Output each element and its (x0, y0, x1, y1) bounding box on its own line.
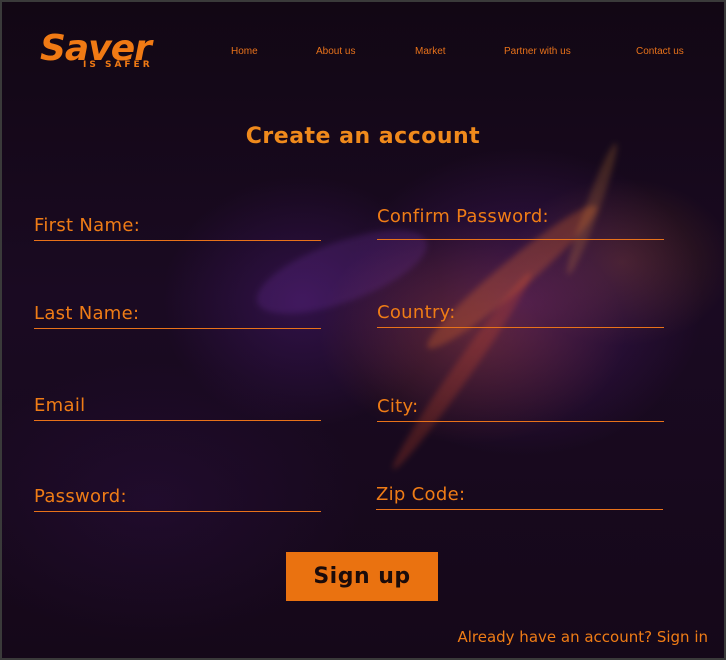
city-input[interactable] (540, 395, 664, 419)
zip-code-label: Zip Code: (376, 484, 466, 505)
country-label: Country: (377, 302, 456, 323)
nav-contact-us[interactable]: Contact us (636, 46, 684, 57)
zip-code-input[interactable] (539, 483, 663, 507)
sign-up-button[interactable]: Sign up (286, 552, 438, 601)
confirm-password-label: Confirm Password: (377, 206, 549, 227)
email-input[interactable] (197, 394, 321, 418)
sign-in-link[interactable]: Already have an account? Sign in (457, 628, 708, 646)
zip-code-field[interactable]: Zip Code: (376, 479, 663, 510)
password-field[interactable]: Password: (34, 481, 321, 512)
form-title: Create an account (245, 124, 481, 149)
last-name-field[interactable]: Last Name: (34, 298, 321, 329)
confirm-password-field[interactable]: Confirm Password: (377, 206, 664, 240)
first-name-field[interactable]: First Name: (34, 210, 321, 241)
country-input[interactable] (540, 301, 664, 325)
email-label: Email (34, 395, 86, 416)
password-input[interactable] (197, 485, 321, 509)
city-label: City: (377, 396, 419, 417)
country-field[interactable]: Country: (377, 297, 664, 328)
last-name-input[interactable] (197, 302, 321, 326)
nav-partner-with-us[interactable]: Partner with us (504, 46, 571, 57)
password-label: Password: (34, 486, 127, 507)
city-field[interactable]: City: (377, 391, 664, 422)
nav-market[interactable]: Market (415, 46, 446, 57)
main-nav: Home About us Market Partner with us Con… (0, 46, 726, 62)
last-name-label: Last Name: (34, 303, 140, 324)
first-name-input[interactable] (197, 214, 321, 238)
nav-about-us[interactable]: About us (316, 46, 355, 57)
first-name-label: First Name: (34, 215, 141, 236)
email-field[interactable]: Email (34, 390, 321, 421)
nav-home[interactable]: Home (231, 46, 258, 57)
confirm-password-input[interactable] (540, 213, 664, 237)
